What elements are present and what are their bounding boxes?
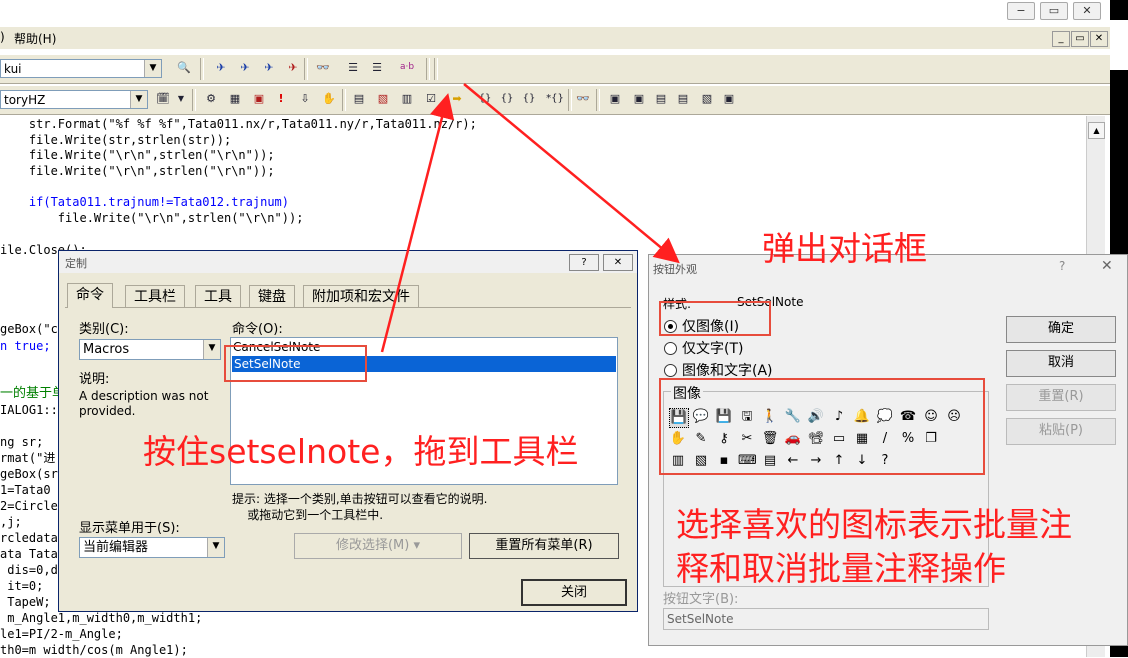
arrow-to-dialog: [463, 83, 680, 264]
annotation-choose-line1: 选择喜欢的图标表示批量注: [676, 505, 1072, 544]
annotation-popup: 弹出对话框: [762, 229, 927, 268]
annotation-drag: 按住setselnote，拖到工具栏: [143, 432, 579, 471]
annotation-choose-line2: 释和取消批量注释操作: [676, 549, 1006, 588]
arrow-to-toolbar: [380, 93, 455, 353]
tab-commands[interactable]: 命令: [67, 283, 113, 308]
